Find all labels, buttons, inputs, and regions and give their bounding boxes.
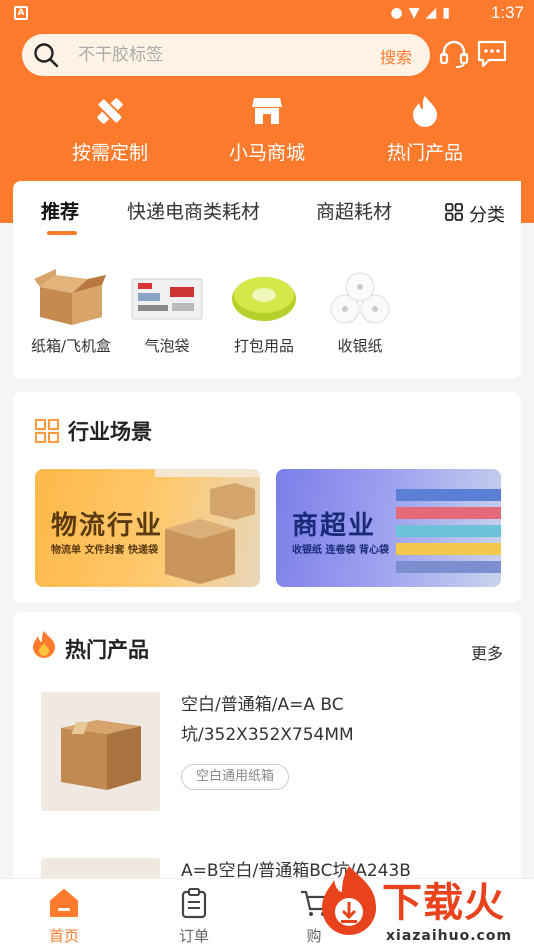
product-tag: 空白通用纸箱 — [181, 764, 290, 790]
watermark-logo-icon — [322, 866, 376, 935]
search-icon — [34, 43, 59, 68]
store-icon — [252, 98, 282, 124]
watermark-text: 下载火 — [382, 880, 505, 926]
grid-icon — [445, 203, 463, 221]
message-icon[interactable] — [476, 38, 508, 70]
more-link[interactable]: 更多 — [471, 640, 503, 664]
parcel-boxes-image — [155, 469, 260, 584]
nav-label: 首页 — [48, 927, 79, 945]
watermark-url: xiazaihuo.com — [386, 928, 513, 944]
active-tab-indicator — [47, 231, 77, 235]
product-title: 空白/普通箱/A=A BC坑/352X352X754MM — [181, 695, 354, 745]
app-notification-icon: A — [14, 6, 28, 20]
category-button-label: 分类 — [469, 205, 505, 226]
customer-service-icon[interactable] — [438, 38, 470, 70]
home-icon — [50, 889, 78, 917]
banner-logistics[interactable]: 物流行业 物流单 文件封套 快递袋 — [35, 469, 260, 587]
tab-recommend[interactable]: 推荐 — [41, 197, 79, 224]
scene-grid-icon — [35, 419, 59, 443]
category-receipt-paper[interactable]: 收银纸 — [312, 269, 408, 356]
banner-title: 商超业 — [292, 511, 377, 541]
category-bubble-bag[interactable]: 气泡袋 — [119, 269, 215, 356]
category-label: 纸箱/飞机盒 — [31, 337, 111, 355]
status-bar: A ●▼◢▮ 1:37 — [0, 0, 534, 28]
hot-products-card: 热门产品 更多 空白/普通箱/A=A BC坑/352X352X754MM 空白通… — [13, 612, 521, 892]
status-icons: ●▼◢▮ — [391, 5, 457, 21]
search-input[interactable] — [78, 43, 358, 67]
receipt-paper-roll-image — [330, 272, 390, 324]
quick-link-custom[interactable]: 按需定制 — [40, 94, 180, 165]
watermark: 下载火 xiazaihuo.com — [316, 852, 534, 950]
status-time: 1:37 — [490, 3, 524, 22]
banner-subtitle: 收银纸 连卷袋 背心袋 — [292, 545, 389, 556]
quick-link-mall[interactable]: 小马商城 — [197, 94, 337, 165]
product-image — [41, 692, 160, 811]
bubble-bag-image — [131, 278, 203, 320]
quick-link-label: 热门产品 — [386, 142, 463, 164]
pencil-ruler-icon — [96, 97, 124, 125]
category-label: 收银纸 — [337, 337, 383, 355]
banner-title: 物流行业 — [51, 511, 164, 541]
battery-icon: ▮ — [442, 5, 456, 21]
industry-card: 行业场景 物流行业 物流单 文件封套 快递袋 商超业 收银纸 连卷袋 背心袋 — [13, 392, 521, 602]
category-card: 推荐 快递电商类耗材 商超耗材 分类 纸箱/飞机盒 气泡袋 打包用品 收银纸 — [13, 181, 521, 378]
tab-fade — [391, 181, 431, 241]
quick-link-label: 按需定制 — [71, 142, 148, 164]
nav-label: 订单 — [178, 927, 209, 945]
nav-home[interactable]: 首页 — [24, 887, 104, 946]
banner-subtitle: 物流单 文件封套 快递袋 — [51, 545, 158, 556]
tab-bar: 推荐 快递电商类耗材 商超耗材 分类 — [13, 181, 521, 241]
category-packing[interactable]: 打包用品 — [216, 269, 312, 356]
section-title: 行业场景 — [68, 420, 152, 444]
search-button[interactable]: 搜索 — [380, 44, 412, 68]
carton-box-image — [61, 720, 141, 790]
flame-icon — [413, 96, 437, 127]
category-carton[interactable]: 纸箱/飞机盒 — [23, 269, 119, 356]
search-bar[interactable]: 搜索 — [22, 34, 430, 76]
flame-icon — [33, 631, 55, 658]
section-title: 热门产品 — [65, 638, 149, 662]
wifi-icon: ▼ — [408, 5, 426, 21]
signal-icon: ◢ — [425, 5, 443, 21]
category-button[interactable]: 分类 — [431, 181, 521, 241]
category-label: 气泡袋 — [144, 337, 190, 355]
category-label: 打包用品 — [233, 337, 294, 355]
clipboard-icon — [181, 888, 207, 919]
carton-box-image — [34, 269, 106, 325]
banner-supermarket[interactable]: 商超业 收银纸 连卷袋 背心袋 — [276, 469, 501, 587]
category-list: 纸箱/飞机盒 气泡袋 打包用品 收银纸 — [13, 269, 413, 359]
tab-express-ecommerce[interactable]: 快递电商类耗材 — [127, 197, 260, 224]
nav-orders[interactable]: 订单 — [154, 887, 234, 946]
tab-supermarket[interactable]: 商超耗材 — [316, 197, 392, 224]
location-icon: ● — [390, 5, 409, 21]
quick-link-label: 小马商城 — [228, 142, 305, 164]
supermarket-shelf-image — [396, 489, 501, 573]
strapping-roll-image — [232, 277, 296, 321]
quick-link-hot[interactable]: 热门产品 — [355, 94, 495, 165]
